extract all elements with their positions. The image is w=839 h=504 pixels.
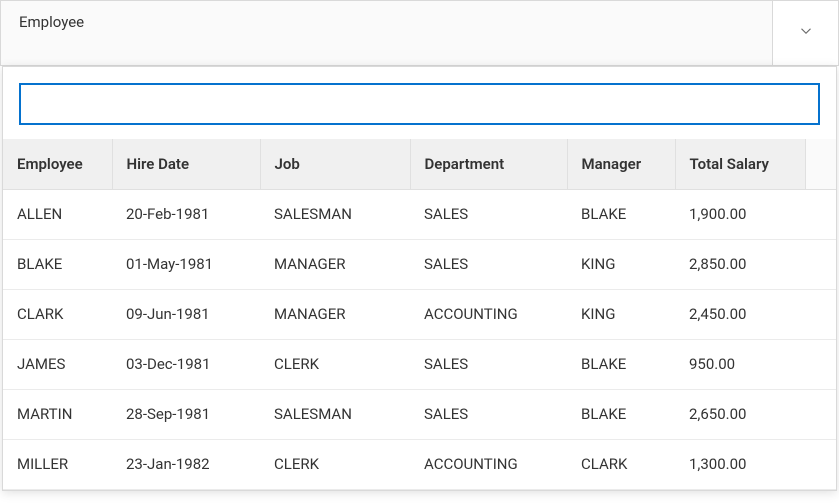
col-header-department[interactable]: Department [410,139,567,189]
table-header-row: Employee Hire Date Job Department Manage… [3,139,836,189]
table-row[interactable]: BLAKE01-May-1981MANAGERSALESKING2,850.00 [3,239,836,289]
cell-total-salary: 2,450.00 [675,289,805,339]
search-input[interactable] [19,83,820,125]
cell-padding [805,189,836,239]
col-header-manager[interactable]: Manager [567,139,675,189]
cell-employee: CLARK [3,289,112,339]
table-row[interactable]: ALLEN20-Feb-1981SALESMANSALESBLAKE1,900.… [3,189,836,239]
cell-manager: CLARK [567,439,675,489]
cell-employee: JAMES [3,339,112,389]
cell-department: SALES [410,189,567,239]
cell-job: CLERK [260,439,410,489]
cell-total-salary: 1,900.00 [675,189,805,239]
cell-employee: ALLEN [3,189,112,239]
table-row[interactable]: MARTIN28-Sep-1981SALESMANSALESBLAKE2,650… [3,389,836,439]
cell-department: SALES [410,389,567,439]
cell-department: ACCOUNTING [410,439,567,489]
table-row[interactable]: MILLER23-Jan-1982CLERKACCOUNTINGCLARK1,3… [3,439,836,489]
cell-total-salary: 950.00 [675,339,805,389]
cell-manager: KING [567,289,675,339]
cell-padding [805,439,836,489]
combo-box-header[interactable]: Employee [0,0,839,66]
search-wrapper [3,67,836,139]
dropdown-panel: Employee Hire Date Job Department Manage… [2,66,837,491]
cell-manager: KING [567,239,675,289]
cell-manager: BLAKE [567,339,675,389]
chevron-down-icon [797,22,815,44]
cell-hire-date: 01-May-1981 [112,239,260,289]
cell-job: CLERK [260,339,410,389]
cell-department: SALES [410,339,567,389]
cell-padding [805,389,836,439]
cell-job: SALESMAN [260,189,410,239]
table-row[interactable]: JAMES03-Dec-1981CLERKSALESBLAKE950.00 [3,339,836,389]
cell-total-salary: 1,300.00 [675,439,805,489]
cell-job: MANAGER [260,239,410,289]
col-header-employee[interactable]: Employee [3,139,112,189]
col-header-total-salary[interactable]: Total Salary [675,139,805,189]
cell-hire-date: 28-Sep-1981 [112,389,260,439]
cell-hire-date: 20-Feb-1981 [112,189,260,239]
cell-total-salary: 2,850.00 [675,239,805,289]
results-table: Employee Hire Date Job Department Manage… [3,139,836,490]
cell-total-salary: 2,650.00 [675,389,805,439]
combo-box-toggle[interactable] [772,1,838,65]
combo-box-label: Employee [1,1,772,65]
cell-manager: BLAKE [567,189,675,239]
cell-employee: MARTIN [3,389,112,439]
cell-hire-date: 09-Jun-1981 [112,289,260,339]
cell-department: SALES [410,239,567,289]
cell-padding [805,289,836,339]
cell-hire-date: 03-Dec-1981 [112,339,260,389]
col-header-padding [805,139,836,189]
cell-employee: MILLER [3,439,112,489]
cell-job: MANAGER [260,289,410,339]
cell-padding [805,339,836,389]
col-header-job[interactable]: Job [260,139,410,189]
cell-department: ACCOUNTING [410,289,567,339]
cell-job: SALESMAN [260,389,410,439]
cell-hire-date: 23-Jan-1982 [112,439,260,489]
cell-employee: BLAKE [3,239,112,289]
table-row[interactable]: CLARK09-Jun-1981MANAGERACCOUNTINGKING2,4… [3,289,836,339]
cell-padding [805,239,836,289]
col-header-hire-date[interactable]: Hire Date [112,139,260,189]
cell-manager: BLAKE [567,389,675,439]
